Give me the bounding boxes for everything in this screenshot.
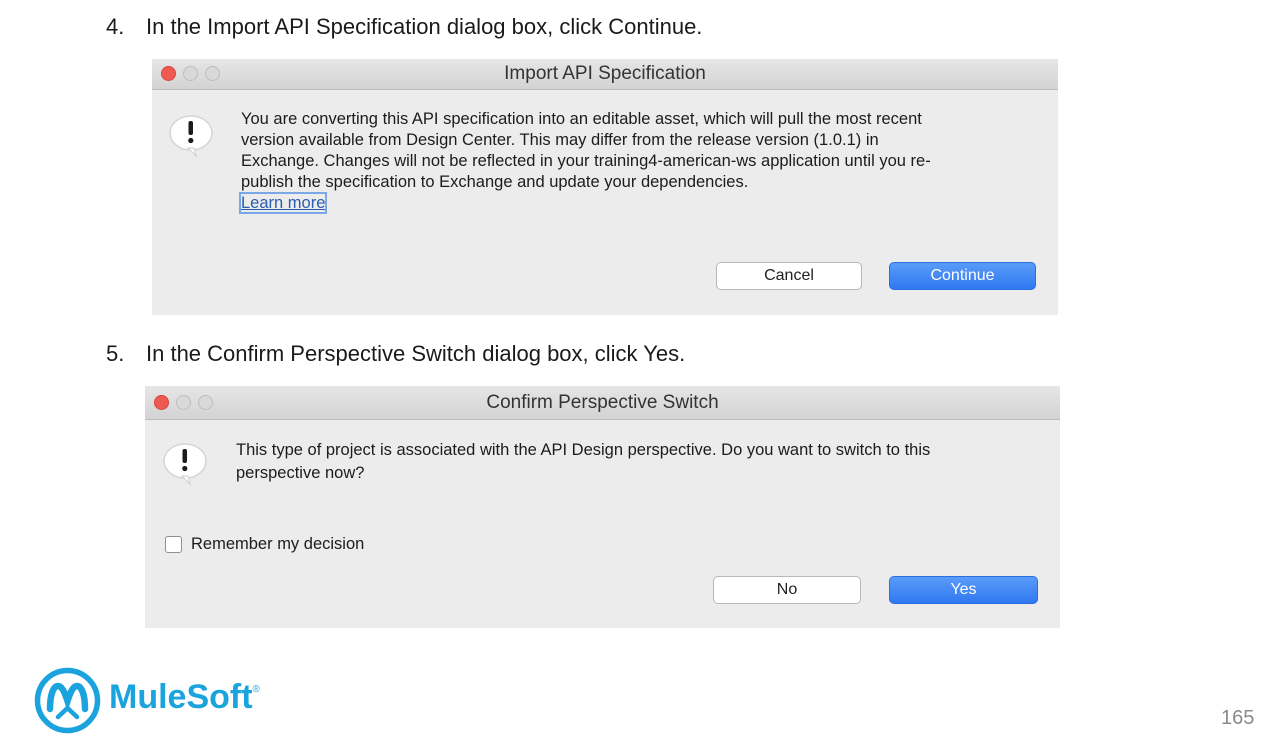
learn-more-link[interactable]: Learn more [238,192,328,214]
dialog-title: Import API Specification [504,63,706,84]
message-line: Exchange. Changes will not be reflected … [241,152,931,170]
message-line: publish the specification to Exchange an… [241,173,749,191]
logo-wordmark: MuleSoft [109,678,253,716]
step-number: 4. [106,14,125,39]
confirm-perspective-switch-dialog: Confirm Perspective Switch This type of … [145,386,1060,628]
message-line: perspective now? [236,464,365,482]
title-bar: Import API Specification [152,59,1058,90]
remember-decision-label[interactable]: Remember my decision [191,535,364,554]
remember-decision-checkbox[interactable] [165,536,182,553]
registered-mark: ® [252,684,260,695]
dialog-message: This type of project is associated with … [236,439,930,485]
message-line: This type of project is associated with … [236,441,931,459]
yes-button[interactable]: Yes [889,576,1038,604]
mulesoft-logo-icon [34,667,101,734]
no-button[interactable]: No [713,576,861,604]
dialog-message: You are converting this API specificatio… [238,109,931,214]
warning-icon [163,443,207,486]
mulesoft-logo-text: MuleSoft® [109,678,260,717]
dialog-title: Confirm Perspective Switch [486,392,719,413]
cancel-button[interactable]: Cancel [716,262,862,290]
warning-icon [169,115,213,158]
title-bar: Confirm Perspective Switch [145,386,1060,420]
message-line: You are converting this API specificatio… [241,110,922,128]
step-number: 5. [106,341,125,366]
step-text: In the Confirm Perspective Switch dialog… [146,341,686,366]
message-line: version available from Design Center. Th… [241,131,879,149]
step-text: In the Import API Specification dialog b… [146,14,703,39]
page-number: 165 [1221,707,1255,729]
import-api-spec-dialog: Import API Specification You are convert… [152,59,1058,315]
continue-button[interactable]: Continue [889,262,1036,290]
